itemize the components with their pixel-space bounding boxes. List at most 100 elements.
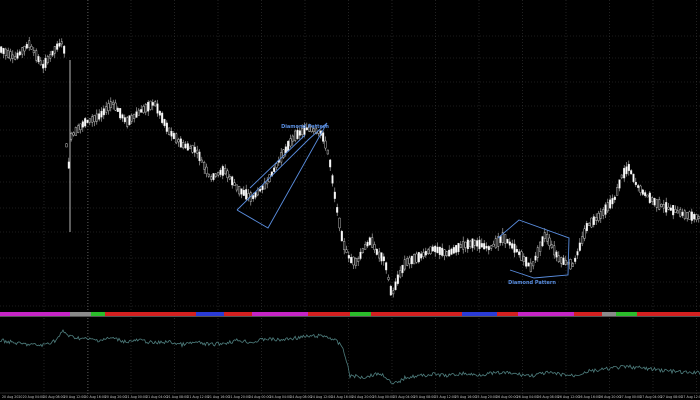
candle-body [233,182,236,186]
candle-body [392,290,395,295]
candle-body [105,106,108,113]
candle-body [338,217,341,229]
candle-body [464,241,467,248]
candle-body [422,252,425,257]
candle-body [161,112,164,123]
candle-body [121,114,124,119]
candle-body [203,162,206,170]
candle-body [18,51,21,56]
candle-body [427,249,430,254]
candle-body [23,45,26,52]
candle-body [135,111,138,118]
candle-body [375,248,378,255]
candle-body [373,244,376,251]
candle-body [212,173,215,180]
candle-body [420,253,423,259]
candle-body [254,192,257,198]
candle-body [60,41,63,45]
candle-body [186,143,189,151]
candle-body [119,108,122,119]
candle-body [690,211,693,221]
candle-body [0,46,3,53]
candle-body [210,176,213,180]
time-tick-label: 27 Aug 04:00 [640,395,662,399]
candle-body [154,101,157,107]
candle-body [546,233,549,242]
candle-body [429,246,432,255]
candle-body [63,45,66,54]
candle-body [95,113,98,122]
candle-body [492,243,495,247]
candle-body [359,251,362,259]
candle-body [662,204,665,209]
candle-body [142,106,145,113]
candle-body [401,265,404,274]
top-diamond-trendline[interactable] [249,134,306,189]
candle-body [466,239,469,250]
candle-body [322,132,325,142]
candle-body [165,122,168,132]
candle-body [179,138,182,148]
candle-body [51,50,54,56]
candle-body [259,188,262,192]
candle-body [452,247,455,254]
candle-body [574,257,577,262]
candle-body [273,167,276,172]
price-chart-canvas[interactable]: Diamond Pattern Diamond Pattern 20 Aug 2… [0,0,700,400]
period-segment [350,312,371,316]
period-segment [574,312,602,316]
period-segment [70,312,91,316]
candle-body [487,246,490,251]
candle-body [648,192,651,203]
time-tick-label: 21 Aug 20:00 [229,395,251,399]
top-diamond-outline[interactable] [236,122,328,229]
time-tick-label: 24 Aug 00:00 [249,395,271,399]
candle-body [515,249,518,253]
candle-body [387,277,390,280]
trading-chart-window[interactable]: Diamond Pattern Diamond Pattern 20 Aug 2… [0,0,700,400]
candle-body [695,214,698,221]
candle-body [667,206,670,210]
time-tick-label: 24 Aug 16:00 [331,395,353,399]
candle-body [403,259,406,270]
candle-body [508,241,511,246]
candle-body [665,202,668,213]
candle-body [534,255,537,261]
candle-body [226,170,229,178]
candle-body [182,141,185,149]
candle-body [578,242,581,251]
candle-body [46,56,49,64]
candle-body [170,130,173,137]
candle-body [205,166,208,175]
candle-body [193,146,196,153]
time-tick-label: 25 Aug 04:00 [393,395,415,399]
candle-body [604,204,607,215]
period-segment [0,312,70,316]
candle-body [473,240,476,246]
candle-body [140,109,143,113]
candle-body [151,102,154,106]
candle-body [361,248,364,254]
bottom-diamond-outline[interactable] [497,219,570,279]
time-tick-label: 24 Aug 04:00 [270,395,292,399]
time-tick-label: 26 Aug 20:00 [599,395,621,399]
candle-body [679,209,682,217]
candle-body [88,118,91,123]
time-tick-label: 20 Aug 2020 [2,395,22,399]
time-tick-label: 25 Aug 08:00 [414,395,436,399]
candle-body [646,194,649,198]
candle-body [126,117,129,127]
candle-body [352,256,355,266]
candle-body [623,167,626,179]
candle-body [200,159,203,163]
candle-body [697,216,700,219]
candle-body [396,274,399,284]
time-tick-label: 20 Aug 20:00 [105,395,127,399]
candle-body [214,173,217,177]
candle-body [417,252,420,263]
candle-body [522,256,525,262]
candle-body [541,236,544,247]
candle-body [74,127,77,136]
candle-body [595,217,598,221]
time-tick-label: 24 Aug 12:00 [311,395,333,399]
